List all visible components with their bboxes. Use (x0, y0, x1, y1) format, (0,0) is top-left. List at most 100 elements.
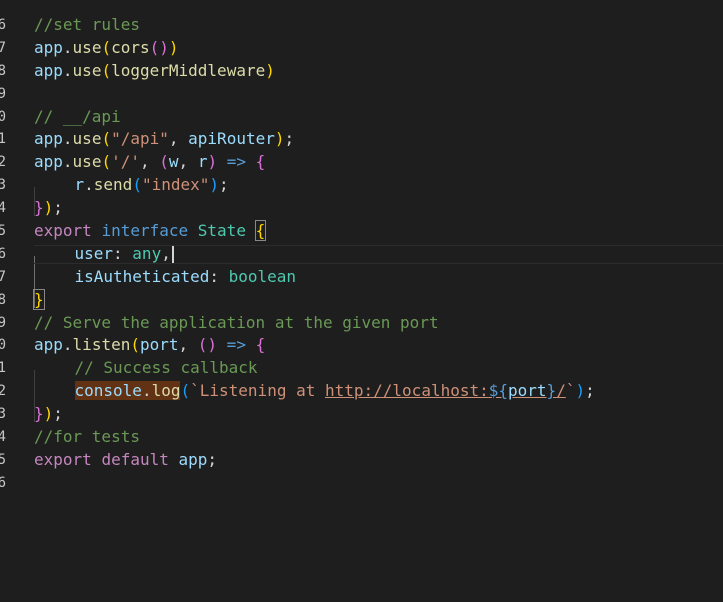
code-area[interactable]: //set rules app.use(cors()) app.use(logg… (33, 14, 723, 495)
punctuation-token: . (62, 129, 73, 149)
line-number: 6 (0, 245, 6, 262)
line-number: 8 (0, 291, 6, 308)
keyword-token: interface (101, 221, 189, 241)
function-token: use (72, 37, 102, 57)
punctuation-token: . (62, 60, 73, 80)
line-number: 1 (0, 360, 6, 377)
line-number: 1 (0, 131, 6, 148)
code-line[interactable]: app.listen(port, () => { (34, 334, 723, 357)
bracket-token: ( (101, 152, 112, 172)
variable-token: app (34, 152, 63, 172)
punctuation-token: . (62, 152, 73, 172)
url-link-end[interactable]: / (556, 381, 566, 400)
code-line[interactable]: export interface State { (34, 220, 723, 243)
punctuation-token: ; (207, 449, 218, 469)
line-number: 2 (0, 154, 6, 171)
bracket-token: ) (207, 152, 218, 172)
parameter-token: r (197, 152, 208, 172)
line-number: 5 (0, 223, 6, 240)
comment-token: //for tests (34, 427, 140, 447)
variable-token: app (34, 37, 63, 57)
punctuation-token: . (62, 37, 73, 57)
code-line[interactable]: app.use(cors()) (34, 37, 723, 60)
code-line[interactable]: // Serve the application at the given po… (34, 312, 723, 335)
punctuation-token: ; (219, 175, 229, 195)
function-token: send (93, 175, 133, 195)
keyword-token: export (34, 221, 92, 241)
arrow-token: => (217, 152, 256, 172)
line-number: 0 (0, 108, 6, 125)
code-line[interactable]: app.use(loggerMiddleware) (34, 60, 723, 83)
code-line[interactable]: r.send("index"); (34, 174, 723, 217)
variable-token: apiRouter (188, 129, 275, 149)
code-line[interactable]: isAutheticated: boolean (34, 266, 723, 308)
line-number: 4 (0, 429, 6, 446)
code-line[interactable]: //set rules (34, 14, 723, 37)
code-line[interactable]: // Success callback (34, 357, 723, 400)
type-token: State (197, 221, 246, 241)
code-editor[interactable]: 678901234567890123456 //set rules app.us… (0, 0, 723, 602)
keyword-token: default (101, 449, 169, 469)
variable-token: app (34, 60, 63, 80)
function-token: cors (111, 37, 150, 57)
bracket-token: ( (130, 335, 140, 355)
punctuation-token: , (140, 152, 160, 172)
variable-token: r (74, 175, 85, 195)
code-line[interactable]: }); (34, 403, 723, 426)
bracket-token: () (149, 37, 169, 57)
punctuation-token: ; (53, 404, 63, 424)
code-line[interactable]: } (33, 288, 723, 312)
line-number: 3 (0, 406, 6, 423)
line-number: 3 (0, 177, 6, 194)
text-cursor (171, 244, 174, 264)
function-token: use (72, 60, 102, 80)
line-number: 9 (0, 85, 6, 102)
variable-token: app (34, 335, 63, 355)
line-number: 4 (0, 200, 6, 217)
punctuation-token: , (161, 243, 171, 263)
code-line-current[interactable]: user: any, (34, 243, 723, 285)
interpolation-token: } (546, 381, 557, 401)
bracket-token: ) (209, 175, 220, 195)
line-number: 7 (0, 268, 6, 285)
code-line[interactable]: export default app; (34, 449, 723, 472)
bracket-token: ( (159, 152, 169, 172)
punctuation-token: : (209, 266, 229, 286)
line-number: 6 (0, 17, 6, 33)
parameter-token: w (168, 152, 179, 172)
comment-token: //set rules (34, 15, 140, 34)
type-token: boolean (228, 266, 297, 286)
comment-token: // Serve the application at the given po… (34, 312, 439, 332)
variable-token: app (178, 449, 208, 469)
punctuation-token: , (178, 152, 198, 172)
type-token: any (132, 243, 162, 263)
bracket-token: ( (101, 37, 112, 57)
comment-token: // __/api (34, 106, 121, 126)
interpolation-token: ${ (488, 381, 509, 401)
code-line-empty[interactable] (34, 472, 723, 495)
bracket-token: } (34, 198, 44, 218)
punctuation-token: ; (53, 198, 63, 218)
url-link[interactable]: http://localhost: (325, 381, 489, 400)
punctuation-token-highlighted: . (141, 381, 152, 401)
punctuation-token: ; (284, 129, 295, 149)
bracket-token: ) (274, 129, 285, 149)
code-line[interactable]: console.log(`Listening at http://localho… (34, 380, 723, 423)
line-number: 7 (0, 39, 6, 56)
code-line-empty[interactable] (34, 83, 723, 106)
code-line[interactable]: app.use('/', (w, r) => { (34, 151, 723, 174)
bracket-match-token: } (33, 288, 45, 310)
string-token: `Listening at (190, 381, 325, 401)
code-line[interactable]: app.use("/api", apiRouter); (34, 128, 723, 151)
code-line[interactable]: }); (34, 197, 723, 220)
bracket-token: ( (132, 175, 142, 195)
comment-token: // Success callback (74, 358, 258, 378)
punctuation-token: . (62, 335, 73, 355)
line-number: 8 (0, 62, 6, 79)
code-line[interactable]: //for tests (34, 426, 723, 449)
string-token: '/' (111, 152, 140, 172)
code-line[interactable]: // __/api (34, 106, 723, 129)
string-token: "/api" (111, 129, 169, 149)
function-token: use (72, 152, 102, 172)
arrow-token: => (217, 335, 256, 355)
